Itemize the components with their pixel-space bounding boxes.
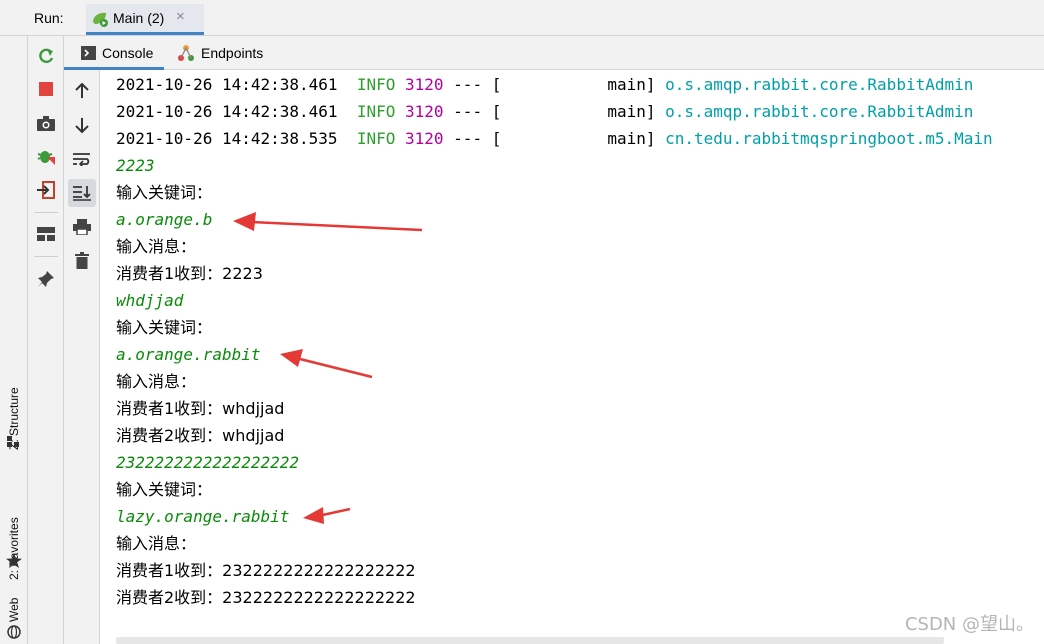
console-input-line: 2223 xyxy=(116,156,155,175)
scroll-to-end-icon[interactable] xyxy=(68,179,96,207)
console-output-line: 消费者1收到：2322222222222222222 xyxy=(116,561,416,580)
watermark: CSDN @望山。 xyxy=(904,614,1034,635)
console-input-line: a.orange.rabbit xyxy=(116,345,261,364)
console-output[interactable]: 2021-10-26 14:42:38.461 INFO 3120 --- [ … xyxy=(101,70,1044,644)
run-label: Run: xyxy=(34,10,64,26)
print-icon[interactable] xyxy=(69,214,95,240)
console-output-line: 输入消息： xyxy=(116,372,197,391)
console-output-line: 输入消息： xyxy=(116,237,197,256)
console-output-line: 输入消息： xyxy=(116,534,197,553)
toolbar-separator xyxy=(34,256,58,257)
toolbar-separator xyxy=(34,212,58,213)
pin-icon[interactable] xyxy=(33,266,59,292)
console-icon xyxy=(81,46,96,60)
console-input-line: a.orange.b xyxy=(116,210,213,229)
rerun-icon[interactable] xyxy=(33,43,59,69)
favorites-label: 2: Favorites xyxy=(7,517,21,580)
side-tool-stripe: Z: Structure 2: Favorites Web xyxy=(0,36,28,644)
spring-run-icon xyxy=(93,12,108,27)
structure-icon xyxy=(7,436,19,447)
console-output-line: 消费者1收到：2223 xyxy=(116,264,263,283)
console-input-line: lazy.orange.rabbit xyxy=(116,507,290,526)
globe-icon xyxy=(7,625,21,639)
console-output-line: 消费者2收到：whdjjad xyxy=(116,426,285,445)
console-input-line: whdjjad xyxy=(116,291,184,310)
console-tab-strip: Console Endpoints xyxy=(64,36,1044,70)
star-icon xyxy=(6,553,22,568)
active-tab-underline xyxy=(86,32,204,35)
run-actions-toolbar xyxy=(28,36,64,644)
run-toolbar: Run: Main (2) × xyxy=(0,0,1044,36)
console-output-line: 输入关键词： xyxy=(116,183,213,202)
favorites-tool-button[interactable]: 2: Favorites xyxy=(2,476,26,586)
arrow-down-icon[interactable] xyxy=(69,112,95,138)
tab-endpoints[interactable]: Endpoints xyxy=(172,36,276,70)
tab-console[interactable]: Console xyxy=(64,36,164,70)
run-tab-main[interactable]: Main (2) × xyxy=(86,4,204,35)
console-actions-toolbar xyxy=(64,70,100,644)
horizontal-scrollbar[interactable] xyxy=(116,637,944,644)
tab-endpoints-label: Endpoints xyxy=(201,45,264,61)
arrow-up-icon[interactable] xyxy=(69,78,95,104)
console-output-line: 输入关键词： xyxy=(116,318,213,337)
console-output-line: 消费者1收到：whdjjad xyxy=(116,399,285,418)
layout-icon[interactable] xyxy=(33,221,59,247)
console-input-line: 2322222222222222222 xyxy=(116,453,300,472)
run-tab-label: Main (2) xyxy=(113,10,165,26)
stop-icon[interactable] xyxy=(33,76,59,102)
close-icon[interactable]: × xyxy=(176,8,185,25)
web-label: Web xyxy=(7,597,21,622)
console-output-line: 消费者2收到：2322222222222222222 xyxy=(116,588,416,607)
log-line: 2021-10-26 14:42:38.461 INFO 3120 --- [ … xyxy=(116,75,974,94)
bug-icon[interactable] xyxy=(33,143,59,169)
tab-console-label: Console xyxy=(102,45,154,61)
console-output-line: 输入关键词： xyxy=(116,480,213,499)
soft-wrap-icon[interactable] xyxy=(69,146,95,172)
camera-icon[interactable] xyxy=(33,110,59,136)
log-line: 2021-10-26 14:42:38.535 INFO 3120 --- [ … xyxy=(116,129,993,148)
log-line: 2021-10-26 14:42:38.461 INFO 3120 --- [ … xyxy=(116,102,974,121)
endpoints-icon xyxy=(178,45,194,61)
exit-icon[interactable] xyxy=(33,177,59,203)
trash-icon[interactable] xyxy=(69,247,95,273)
